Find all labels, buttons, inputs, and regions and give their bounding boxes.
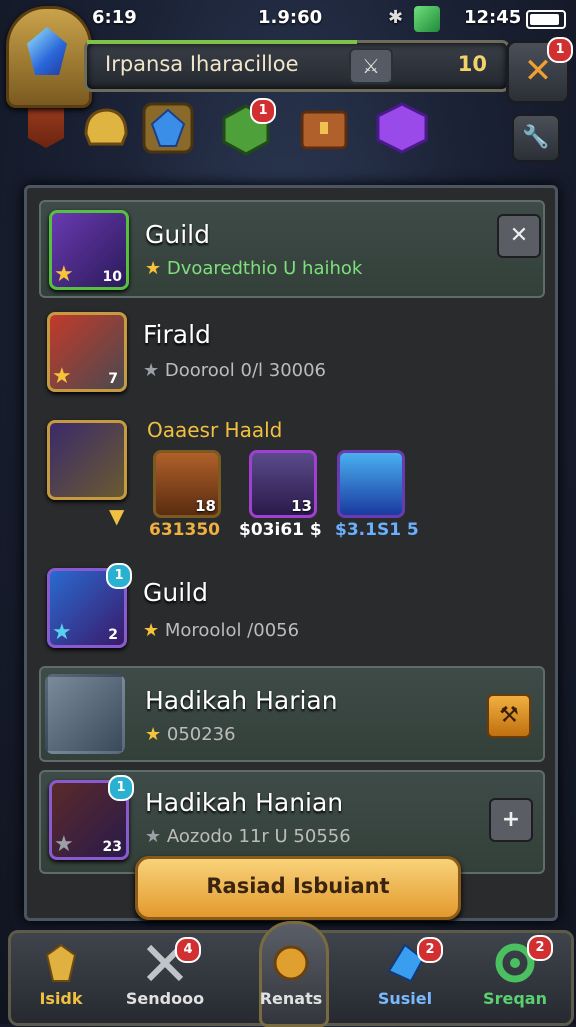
sword-icon[interactable] bbox=[47, 420, 127, 500]
nav-item-isidk[interactable]: Isidk bbox=[11, 933, 111, 1023]
status-time-center: 1.9:60 bbox=[258, 7, 323, 28]
row-title: Guild bbox=[143, 578, 208, 607]
row-subtitle: ★ Dvoaredthio U haihok bbox=[145, 258, 363, 279]
row-title: Hadikah Hanian bbox=[145, 788, 344, 817]
item-count: 2 bbox=[108, 627, 118, 643]
item-count: 13 bbox=[291, 497, 312, 515]
row-subtitle: ★ Doorool 0/l 30006 bbox=[143, 360, 327, 381]
nav-label: Isidk bbox=[39, 989, 83, 1008]
notification-badge: 2 bbox=[527, 935, 553, 961]
notification-badge: 4 bbox=[175, 937, 201, 963]
row-title: Oaaesr Haald bbox=[147, 418, 283, 442]
wrench-icon[interactable]: 🔧 bbox=[512, 114, 560, 162]
item-count: 18 bbox=[195, 497, 216, 515]
player-avatar[interactable] bbox=[6, 6, 92, 108]
wrench-icon[interactable]: ⚒ bbox=[487, 694, 531, 738]
star-icon: ★ bbox=[145, 826, 162, 847]
blue-gem-icon: ★ 2 1 bbox=[47, 563, 132, 648]
row-title: Guild bbox=[145, 220, 210, 249]
star-icon: ★ bbox=[52, 620, 72, 645]
blue-gem-icon[interactable] bbox=[337, 450, 405, 518]
item-price: $3.1S1 5 bbox=[335, 520, 419, 540]
star-icon: ★ bbox=[143, 360, 160, 381]
nav-item-renats[interactable]: Renats bbox=[241, 933, 341, 1023]
plus-icon[interactable]: + bbox=[489, 798, 533, 842]
bluetooth-icon: ✱ bbox=[388, 7, 404, 28]
close-icon[interactable]: ✕ bbox=[497, 214, 541, 258]
row-subtitle: ★ Moroolol /0056 bbox=[143, 620, 300, 641]
notification-badge: 1 bbox=[250, 98, 276, 124]
guild-panel: ★ 10 Guild ★ Dvoaredthio U haihok ✕ ★ 7 … bbox=[24, 185, 558, 921]
list-item[interactable]: ★ 7 Firald ★ Doorool 0/l 30006 bbox=[39, 306, 541, 396]
star-icon: ★ bbox=[52, 364, 72, 389]
player-name-bar: Irpansa Iharacilloe ⚔ 10 bbox=[84, 40, 510, 92]
chest-icon[interactable]: 18 bbox=[153, 450, 221, 518]
item-count: 10 bbox=[102, 269, 122, 285]
nav-label: Renats bbox=[259, 989, 323, 1008]
nav-item-susiel[interactable]: 2 Susiel bbox=[355, 933, 455, 1023]
chest-icon[interactable] bbox=[296, 100, 352, 156]
purple-cube-icon[interactable] bbox=[374, 100, 430, 156]
nav-item-sreqan[interactable]: 2 Sreqan bbox=[465, 933, 565, 1023]
status-time-right: 12:45 bbox=[464, 7, 522, 28]
wrench-gem-icon: ★ 10 bbox=[49, 210, 129, 290]
chevron-down-icon[interactable]: ▼ bbox=[109, 504, 124, 528]
cannon-icon[interactable]: 13 bbox=[249, 450, 317, 518]
helmet-icon[interactable] bbox=[78, 100, 134, 156]
notification-badge: 2 bbox=[417, 937, 443, 963]
notification-badge: 1 bbox=[547, 37, 573, 63]
star-icon: ★ bbox=[145, 724, 162, 745]
crystal-avatar-icon bbox=[27, 27, 67, 75]
nav-label: Sendooo bbox=[125, 989, 205, 1008]
bottom-nav: Isidk 4 Sendooo Renats 2 Susiel 2 Sreqan bbox=[8, 921, 574, 1027]
row-subtitle: ★ 050236 bbox=[145, 724, 236, 745]
row-title: Hadikah Harian bbox=[145, 686, 338, 715]
shop-row: ▼ Oaaesr Haald 18 631350 13 $03i61 $ $3.… bbox=[39, 410, 541, 550]
player-name: Irpansa Iharacilloe bbox=[105, 52, 299, 76]
status-time-left: 6:19 bbox=[92, 7, 137, 28]
battery-icon bbox=[526, 10, 566, 29]
row-title: Firald bbox=[143, 320, 211, 349]
xp-bar bbox=[87, 40, 357, 44]
notification-badge: 1 bbox=[106, 563, 132, 589]
star-icon: ★ bbox=[54, 832, 74, 857]
shield-icon: ★ 7 bbox=[47, 312, 127, 392]
sword-icon[interactable]: ⚔ bbox=[349, 48, 393, 84]
item-count: 7 bbox=[108, 371, 118, 387]
nav-label: Susiel bbox=[377, 989, 433, 1008]
green-gem-icon bbox=[414, 6, 440, 32]
row-subtitle: ★ Aozodo 11r U 50556 bbox=[145, 826, 351, 847]
star-icon: ★ bbox=[145, 258, 162, 279]
shield-icon bbox=[273, 945, 309, 981]
item-price: 631350 bbox=[149, 520, 220, 540]
notification-badge: 1 bbox=[108, 775, 134, 801]
action-button[interactable]: Rasiad Isbuiant bbox=[135, 856, 461, 920]
list-item[interactable]: Hadikah Harian ★ 050236 ⚒ bbox=[39, 666, 545, 762]
top-close-button[interactable]: ✕ 1 bbox=[506, 37, 573, 104]
list-item[interactable]: ★ 2 1 Guild ★ Moroolol /0056 bbox=[39, 560, 541, 652]
blue-gem-icon[interactable] bbox=[140, 100, 196, 156]
armor-icon: ★ 23 1 bbox=[49, 775, 134, 860]
item-price: $03i61 $ bbox=[239, 520, 322, 540]
star-icon: ★ bbox=[54, 262, 74, 287]
green-box-icon[interactable]: 1 bbox=[218, 98, 276, 156]
nav-item-sendooo[interactable]: 4 Sendooo bbox=[115, 933, 215, 1023]
crystal-icon bbox=[45, 943, 77, 982]
goggles-icon bbox=[45, 674, 125, 754]
star-icon: ★ bbox=[143, 620, 160, 641]
player-level: 10 bbox=[457, 52, 487, 76]
item-count: 23 bbox=[102, 839, 122, 855]
nav-label: Sreqan bbox=[483, 989, 547, 1008]
list-item[interactable]: ★ 10 Guild ★ Dvoaredthio U haihok ✕ bbox=[39, 200, 545, 298]
